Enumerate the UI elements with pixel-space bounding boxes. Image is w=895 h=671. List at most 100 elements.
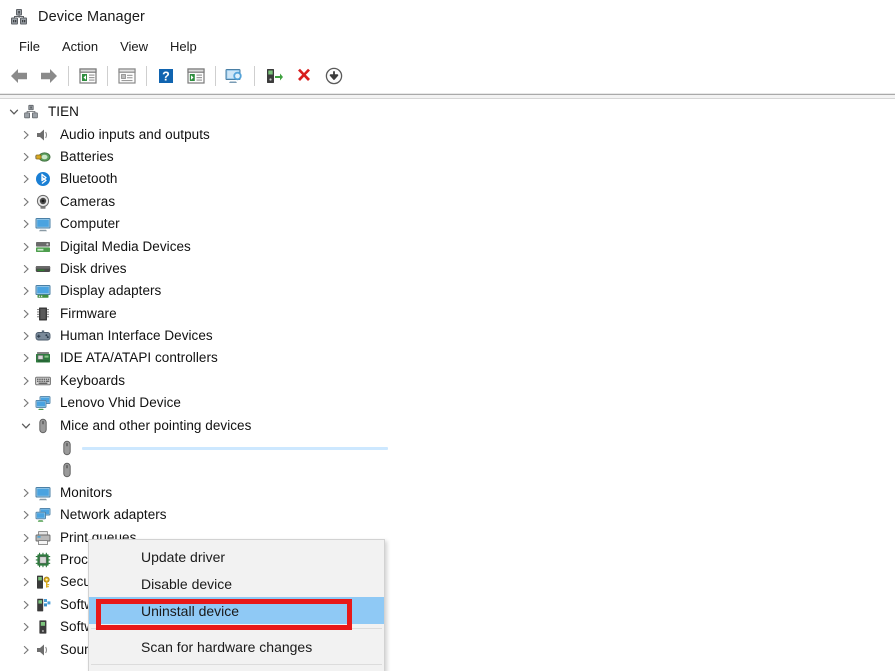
tree-row-audio-inputs-and-outputs[interactable]: Audio inputs and outputs	[0, 123, 895, 145]
tree-row-display-adapters[interactable]: Display adapters	[0, 280, 895, 302]
tree-row-human-interface-devices[interactable]: Human Interface Devices	[0, 325, 895, 347]
tree-row-label: Digital Media Devices	[60, 239, 191, 254]
media-device-icon	[34, 238, 51, 255]
context-menu-item-disable-device[interactable]: Disable device	[89, 570, 384, 597]
software-device-icon	[34, 619, 51, 636]
chevron-right-icon[interactable]	[18, 645, 34, 655]
uninstall-device-icon[interactable]	[289, 62, 319, 90]
security-device-icon	[34, 574, 51, 591]
menu-view[interactable]: View	[109, 37, 159, 56]
chevron-right-icon[interactable]	[18, 242, 34, 252]
forward-icon[interactable]	[34, 62, 64, 90]
tree-label-wrap: Firmware	[58, 305, 121, 323]
tree-row-digital-media-devices[interactable]: Digital Media Devices	[0, 235, 895, 257]
tree-label-wrap: TIEN	[46, 103, 83, 121]
chevron-right-icon[interactable]	[18, 353, 34, 363]
tree-row-cameras[interactable]: Cameras	[0, 191, 895, 213]
context-menu-item-update-driver[interactable]: Update driver	[89, 543, 384, 570]
chevron-right-icon[interactable]	[18, 174, 34, 184]
keyboard-icon	[34, 372, 51, 389]
tree-label-wrap: Computer	[58, 215, 124, 233]
chevron-right-icon[interactable]	[18, 264, 34, 274]
toolbar-separator	[68, 66, 69, 86]
show-hide-console-tree-icon[interactable]	[73, 62, 103, 90]
tree-row-mouse-device-2[interactable]	[0, 459, 895, 481]
tree-row-network-adapters[interactable]: Network adapters	[0, 504, 895, 526]
chevron-right-icon[interactable]	[18, 219, 34, 229]
tree-label-wrap: Bluetooth	[58, 170, 122, 188]
chevron-right-icon[interactable]	[18, 533, 34, 543]
device-tree[interactable]: TIEN Audio inputs and outputs	[0, 99, 895, 671]
chevron-right-icon[interactable]	[18, 555, 34, 565]
chevron-right-icon[interactable]	[18, 197, 34, 207]
chevron-right-icon[interactable]	[18, 286, 34, 296]
chevron-right-icon[interactable]	[18, 152, 34, 162]
properties-icon[interactable]	[112, 62, 142, 90]
chevron-right-icon[interactable]	[18, 488, 34, 498]
tree-label-wrap: Monitors	[58, 484, 116, 502]
tree-label-wrap: Batteries	[58, 148, 118, 166]
bluetooth-icon	[34, 171, 51, 188]
tree-label-wrap: Display adapters	[58, 282, 165, 300]
toolbar-separator	[107, 66, 108, 86]
tree-row-keyboards[interactable]: Keyboards	[0, 370, 895, 392]
tree-row-label: Cameras	[60, 194, 115, 209]
chevron-right-icon[interactable]	[18, 577, 34, 587]
tree-row-firmware[interactable]: Firmware	[0, 303, 895, 325]
context-menu-separator	[91, 628, 382, 629]
hid-gamepad-icon	[34, 328, 51, 345]
tree-row-monitors[interactable]: Monitors	[0, 482, 895, 504]
chevron-right-icon[interactable]	[18, 510, 34, 520]
tree-row-label: Lenovo Vhid Device	[60, 395, 181, 410]
context-menu-item-scan-for-hardware-changes[interactable]: Scan for hardware changes	[89, 633, 384, 660]
chevron-right-icon[interactable]	[18, 309, 34, 319]
tree-row-disk-drives[interactable]: Disk drives	[0, 258, 895, 280]
toolbar-separator	[254, 66, 255, 86]
update-driver-icon[interactable]	[259, 62, 289, 90]
tree-row-batteries[interactable]: Batteries	[0, 146, 895, 168]
chevron-down-icon[interactable]	[6, 107, 22, 117]
tree-label-wrap: Keyboards	[58, 372, 129, 390]
tree-row-label: Bluetooth	[60, 171, 118, 186]
chevron-right-icon[interactable]	[18, 331, 34, 341]
menu-help[interactable]: Help	[159, 37, 208, 56]
toolbar-separator	[215, 66, 216, 86]
disable-device-icon[interactable]	[319, 62, 349, 90]
back-icon[interactable]	[4, 62, 34, 90]
help-icon[interactable]: ?	[151, 62, 181, 90]
tree-row-ide-ata-atapi-controllers[interactable]: IDE ATA/ATAPI controllers	[0, 347, 895, 369]
tree-row-label: Monitors	[60, 485, 112, 500]
tree-row-root[interactable]: TIEN	[0, 101, 895, 123]
tree-row-label: Keyboards	[60, 373, 125, 388]
chevron-down-icon[interactable]	[18, 421, 34, 431]
mouse-icon	[58, 440, 75, 457]
context-menu-item-uninstall-device[interactable]: Uninstall device	[89, 597, 384, 624]
tree-label-wrap: Lenovo Vhid Device	[58, 394, 185, 412]
speaker-icon	[34, 641, 51, 658]
tree-row-label: Disk drives	[60, 261, 127, 276]
chevron-right-icon[interactable]	[18, 130, 34, 140]
show-hide-action-pane-icon[interactable]	[181, 62, 211, 90]
ide-controller-icon	[34, 350, 51, 367]
display-adapter-icon	[34, 283, 51, 300]
tree-label-wrap: IDE ATA/ATAPI controllers	[58, 349, 222, 367]
chevron-right-icon[interactable]	[18, 600, 34, 610]
scan-for-hardware-changes-icon[interactable]	[220, 62, 250, 90]
chevron-right-icon[interactable]	[18, 622, 34, 632]
tree-label-wrap	[82, 469, 88, 472]
tree-row-bluetooth[interactable]: Bluetooth	[0, 168, 895, 190]
title-bar: Device Manager	[0, 0, 895, 33]
chevron-right-icon[interactable]	[18, 376, 34, 386]
chevron-right-icon[interactable]	[18, 398, 34, 408]
context-menu[interactable]: Update driver Disable device Uninstall d…	[88, 539, 385, 671]
tree-row-mouse-device-1[interactable]	[0, 437, 895, 459]
battery-icon	[34, 148, 51, 165]
tree-label-wrap: Mice and other pointing devices	[58, 417, 255, 435]
menu-action[interactable]: Action	[51, 37, 109, 56]
tree-label-wrap: Human Interface Devices	[58, 327, 217, 345]
tree-row-computer[interactable]: Computer	[0, 213, 895, 235]
tree-row-lenovo-vhid-device[interactable]: Lenovo Vhid Device	[0, 392, 895, 414]
tree-row-mice-and-other-pointing-devices[interactable]: Mice and other pointing devices	[0, 414, 895, 436]
menu-file[interactable]: File	[8, 37, 51, 56]
printer-icon	[34, 529, 51, 546]
